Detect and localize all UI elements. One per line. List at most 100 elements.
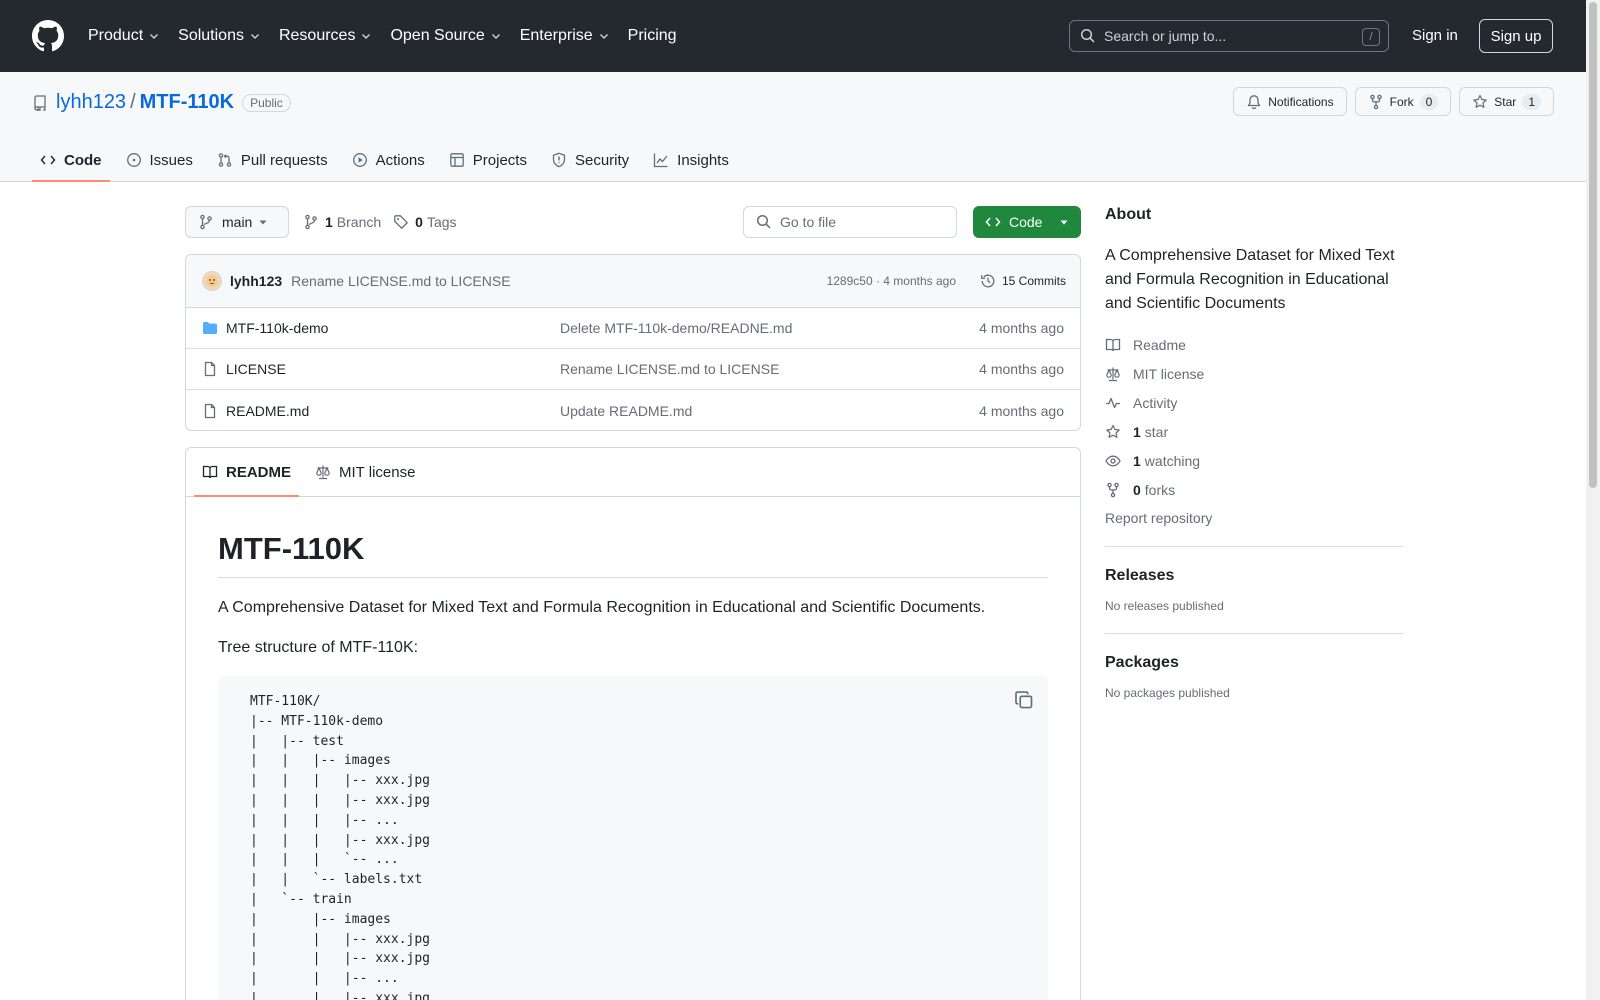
repo-name-link[interactable]: MTF-110K: [140, 91, 234, 114]
readme-panel: README MIT license MTF-110K A Comprehens…: [185, 447, 1081, 1000]
branches-link[interactable]: 1 Branch: [303, 214, 381, 230]
sign-up-button[interactable]: Sign up: [1479, 19, 1553, 53]
file-commit-message[interactable]: Rename LICENSE.md to LICENSE: [560, 361, 779, 377]
play-icon: [352, 153, 367, 167]
tab-label: Pull requests: [240, 151, 328, 169]
commit-message[interactable]: Rename LICENSE.md to LICENSE: [291, 273, 510, 289]
notifications-button[interactable]: Notifications: [1233, 87, 1347, 116]
code-icon: [40, 155, 56, 165]
repo-title-separator: /: [130, 91, 136, 113]
page-scrollbar[interactable]: [1586, 0, 1600, 1000]
file-row[interactable]: LICENSE Rename LICENSE.md to LICENSE 4 m…: [186, 349, 1080, 390]
packages-heading[interactable]: Packages: [1105, 654, 1403, 672]
commit-hash-time[interactable]: 1289c50 · 4 months ago: [827, 274, 956, 288]
file-row[interactable]: MTF-110k-demo Delete MTF-110k-demo/READN…: [186, 308, 1080, 349]
report-repository-link[interactable]: Report repository: [1105, 510, 1403, 526]
repo-title: lyhh123 / MTF-110K Public: [32, 91, 291, 114]
code-icon: [985, 217, 1001, 227]
chevron-down-icon: [250, 34, 259, 39]
tab-readme[interactable]: README: [194, 448, 300, 497]
fork-button[interactable]: Fork 0: [1354, 87, 1452, 116]
tag-label: Tags: [426, 214, 457, 230]
readme-title: MTF-110K: [218, 497, 1048, 578]
issue-icon: [126, 153, 141, 167]
fork-label: Fork: [1389, 94, 1414, 109]
folder-icon: [203, 322, 217, 334]
nav-solutions[interactable]: Solutions: [178, 27, 261, 45]
github-logo-icon[interactable]: [32, 20, 64, 52]
tab-label: Actions: [375, 151, 425, 169]
global-search-input[interactable]: Search or jump to... /: [1069, 20, 1389, 52]
nav-resources[interactable]: Resources: [279, 27, 372, 45]
readme-link[interactable]: Readme: [1105, 330, 1403, 359]
stars-count: 1: [1133, 423, 1141, 440]
tab-code[interactable]: Code: [32, 138, 110, 182]
branch-count: 1: [325, 214, 333, 230]
tags-link[interactable]: 0 Tags: [393, 214, 457, 230]
commit-author[interactable]: lyhh123: [230, 273, 282, 289]
file-name-link[interactable]: README.md: [226, 403, 309, 419]
forks-link[interactable]: 0 forks: [1105, 475, 1403, 504]
tab-projects[interactable]: Projects: [441, 138, 535, 182]
file-name-link[interactable]: MTF-110k-demo: [226, 320, 328, 336]
repo-owner-link[interactable]: lyhh123: [56, 91, 126, 114]
file-commit-message[interactable]: Update README.md: [560, 403, 692, 419]
file-row[interactable]: README.md Update README.md 4 months ago: [186, 390, 1080, 430]
nav-enterprise[interactable]: Enterprise: [520, 27, 610, 45]
file-name-link[interactable]: LICENSE: [226, 361, 286, 377]
star-button[interactable]: Star 1: [1459, 87, 1554, 116]
table-icon: [449, 153, 464, 167]
tab-pull-requests[interactable]: Pull requests: [209, 138, 336, 182]
tab-insights[interactable]: Insights: [645, 138, 737, 182]
fork-icon: [1369, 94, 1382, 109]
stars-link[interactable]: 1 star: [1105, 417, 1403, 446]
watchers-link[interactable]: 1 watching: [1105, 446, 1403, 475]
releases-heading[interactable]: Releases: [1105, 567, 1403, 585]
nav-product[interactable]: Product: [88, 27, 160, 45]
tab-actions[interactable]: Actions: [344, 138, 433, 182]
divider: [1105, 633, 1403, 634]
sign-in-link[interactable]: Sign in: [1412, 27, 1458, 44]
avatar[interactable]: [202, 271, 222, 291]
chevron-down-icon: [150, 34, 159, 39]
file-commit-date: 4 months ago: [979, 402, 1064, 419]
activity-link[interactable]: Activity: [1105, 388, 1403, 417]
caret-down-icon: [259, 220, 267, 225]
nav-pricing[interactable]: Pricing: [628, 27, 677, 45]
go-to-file-input[interactable]: Go to file: [743, 206, 957, 238]
repo-actions: Notifications Fork 0 Star 1: [1225, 87, 1554, 116]
branch-icon: [200, 214, 212, 230]
tag-icon: [394, 215, 409, 230]
tree-structure: MTF-110K/ |-- MTF-110k-demo | |-- test |…: [250, 694, 431, 1000]
copy-icon[interactable]: [1014, 690, 1034, 710]
branch-selector[interactable]: main: [185, 206, 289, 238]
tag-count: 0: [415, 214, 423, 230]
nav-label: Pricing: [627, 27, 677, 44]
tab-label: Security: [574, 151, 630, 169]
file-commit-message[interactable]: Delete MTF-110k-demo/READNE.md: [560, 320, 792, 336]
repo-tabs: Code Issues Pull requests Actions Projec…: [32, 138, 745, 182]
tab-license[interactable]: MIT license: [307, 448, 423, 496]
search-placeholder: Search or jump to...: [1104, 28, 1227, 44]
code-dropdown-button[interactable]: Code: [973, 206, 1081, 238]
forks-label: forks: [1144, 481, 1176, 498]
avatar-face-icon: [206, 275, 218, 287]
commits-count: 15 Commits: [1001, 274, 1066, 288]
repo-header: lyhh123 / MTF-110K Public Notifications …: [0, 72, 1586, 182]
readme-content: MTF-110K A Comprehensive Dataset for Mix…: [186, 497, 1080, 1000]
chevron-down-icon: [599, 34, 608, 39]
code-block: MTF-110K/ |-- MTF-110k-demo | |-- test |…: [218, 676, 1048, 1000]
tab-security[interactable]: Security: [543, 138, 637, 182]
nav-open-source[interactable]: Open Source: [390, 27, 501, 45]
tab-label: README: [226, 463, 292, 481]
about-links: Readme MIT license Activity 1 star 1 wat…: [1105, 330, 1403, 504]
search-shortcut-key: /: [1362, 28, 1380, 46]
fork-icon: [1107, 482, 1119, 497]
license-link-label: MIT license: [1133, 365, 1205, 382]
license-link[interactable]: MIT license: [1105, 359, 1403, 388]
notifications-label: Notifications: [1268, 94, 1334, 109]
tab-issues[interactable]: Issues: [118, 138, 201, 182]
commits-link[interactable]: 15 Commits: [980, 273, 1066, 289]
file-browser: lyhh123 Rename LICENSE.md to LICENSE 128…: [185, 254, 1081, 431]
scrollbar-thumb[interactable]: [1589, 2, 1597, 488]
